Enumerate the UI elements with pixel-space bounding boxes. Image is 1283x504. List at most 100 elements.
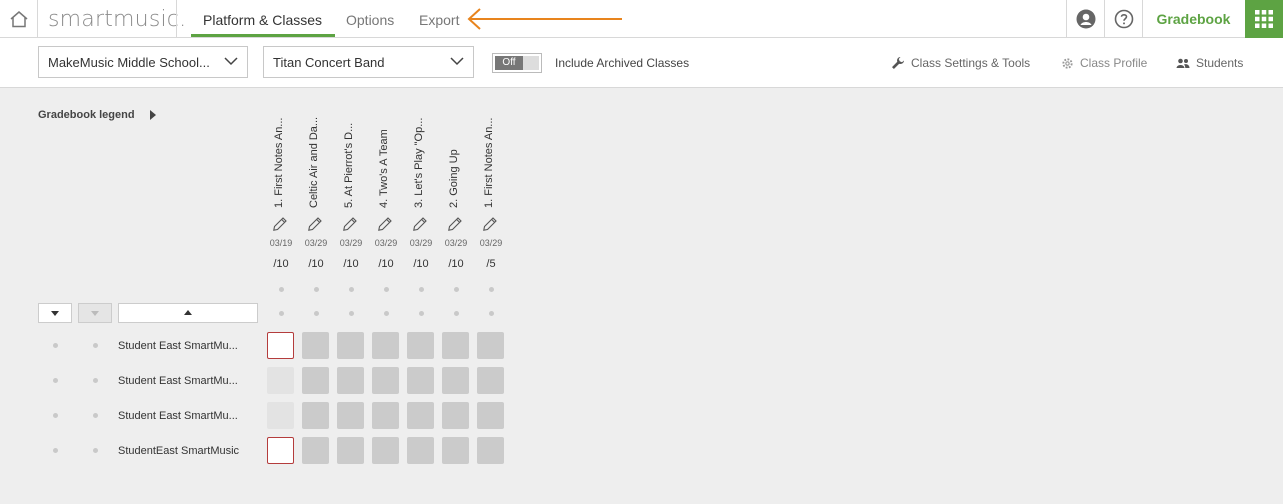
edit-assignment-pencil-icon[interactable] bbox=[482, 216, 498, 232]
edit-assignment-pencil-icon[interactable] bbox=[447, 216, 463, 232]
grade-cell[interactable] bbox=[267, 332, 294, 359]
grade-cell[interactable] bbox=[372, 437, 399, 464]
edit-assignment-pencil-icon[interactable] bbox=[412, 216, 428, 232]
grade-cell[interactable] bbox=[372, 332, 399, 359]
grade-cell[interactable] bbox=[267, 402, 294, 429]
student-name[interactable]: Student East SmartMu... bbox=[118, 375, 244, 387]
assignment-title-text: 2. Going Up bbox=[448, 149, 460, 208]
edit-assignment-pencil-icon[interactable] bbox=[342, 216, 358, 232]
edit-assignment-pencil-icon[interactable] bbox=[272, 216, 288, 232]
assignment-due-date: 03/29 bbox=[374, 238, 398, 248]
tab-platform-classes[interactable]: Platform & Classes bbox=[203, 12, 322, 28]
caret-down-icon bbox=[51, 311, 59, 316]
grade-cell[interactable] bbox=[337, 367, 364, 394]
edit-assignment-pencil-icon[interactable] bbox=[307, 216, 323, 232]
grade-cell[interactable] bbox=[407, 332, 434, 359]
tab-options[interactable]: Options bbox=[346, 12, 394, 28]
assignment-title[interactable]: Celtic Air and Da... bbox=[306, 100, 322, 208]
grade-cell[interactable] bbox=[442, 402, 469, 429]
sort-status-button[interactable] bbox=[38, 303, 72, 323]
grade-cell[interactable] bbox=[407, 402, 434, 429]
assignment-max-points: /10 bbox=[413, 258, 429, 270]
tab-export[interactable]: Export bbox=[419, 12, 459, 28]
wrench-icon bbox=[892, 57, 904, 69]
help-button[interactable] bbox=[1104, 0, 1142, 38]
user-icon bbox=[1076, 9, 1095, 29]
status-dot bbox=[349, 311, 354, 316]
student-status-dot bbox=[93, 413, 98, 418]
chevron-down-icon bbox=[450, 57, 464, 66]
class-settings-link[interactable]: Class Settings & Tools bbox=[891, 56, 1030, 70]
grade-cell[interactable] bbox=[442, 437, 469, 464]
grade-cell[interactable] bbox=[372, 367, 399, 394]
gear-icon bbox=[1062, 57, 1073, 69]
class-profile-link[interactable]: Class Profile bbox=[1061, 56, 1147, 70]
grade-cell[interactable] bbox=[477, 437, 504, 464]
status-dot bbox=[384, 311, 389, 316]
grade-cell[interactable] bbox=[302, 367, 329, 394]
apps-menu-button[interactable] bbox=[1245, 0, 1283, 38]
annotation-arrow-icon bbox=[467, 8, 622, 30]
grade-cell[interactable] bbox=[337, 402, 364, 429]
assignment-title-text: 1. First Notes An... bbox=[483, 117, 495, 208]
assignment-title-text: Celtic Air and Da... bbox=[308, 116, 320, 208]
grade-cell[interactable] bbox=[407, 367, 434, 394]
school-select[interactable]: MakeMusic Middle School... bbox=[38, 46, 248, 78]
student-status-dot bbox=[93, 343, 98, 348]
student-name[interactable]: StudentEast SmartMusic bbox=[118, 445, 244, 457]
student-name[interactable]: Student East SmartMu... bbox=[118, 340, 244, 352]
grade-cell[interactable] bbox=[477, 402, 504, 429]
assignment-title[interactable]: 2. Going Up bbox=[446, 100, 462, 208]
active-tab-indicator bbox=[191, 34, 335, 37]
class-select-value: Titan Concert Band bbox=[273, 55, 385, 70]
chevron-down-icon bbox=[224, 57, 238, 66]
student-status-dot bbox=[53, 448, 58, 453]
assignment-due-date: 03/19 bbox=[269, 238, 293, 248]
assignment-due-date: 03/29 bbox=[304, 238, 328, 248]
assignment-title[interactable]: 3. Let's Play "Op... bbox=[411, 100, 427, 208]
assignment-max-points: /10 bbox=[448, 258, 464, 270]
home-button[interactable] bbox=[0, 0, 38, 38]
grade-cell[interactable] bbox=[267, 437, 294, 464]
edit-assignment-pencil-icon[interactable] bbox=[377, 216, 393, 232]
assignment-due-date: 03/29 bbox=[444, 238, 468, 248]
assignment-max-points: /10 bbox=[273, 258, 289, 270]
gradebook-legend-label: Gradebook legend bbox=[38, 109, 135, 121]
status-dot bbox=[489, 287, 494, 292]
caret-up-icon bbox=[184, 310, 192, 315]
status-dot bbox=[454, 311, 459, 316]
students-link[interactable]: Students bbox=[1176, 56, 1243, 70]
smartmusic-logo[interactable]: smartmusic. bbox=[48, 7, 186, 32]
student-status-dot bbox=[53, 343, 58, 348]
toggle-knob bbox=[523, 56, 539, 70]
top-navigation-bar: smartmusic. Platform & Classes Options E… bbox=[0, 0, 1283, 38]
grade-cell[interactable] bbox=[442, 332, 469, 359]
grade-cell[interactable] bbox=[337, 332, 364, 359]
assignment-title[interactable]: 4. Two's A Team bbox=[376, 100, 392, 208]
grade-cell[interactable] bbox=[477, 367, 504, 394]
student-status-dot bbox=[93, 448, 98, 453]
assignment-title[interactable]: 1. First Notes An... bbox=[271, 100, 287, 208]
status-dot bbox=[279, 311, 284, 316]
help-icon bbox=[1114, 9, 1133, 29]
grade-cell[interactable] bbox=[407, 437, 434, 464]
status-dot bbox=[349, 287, 354, 292]
class-filter-bar: MakeMusic Middle School... Titan Concert… bbox=[0, 38, 1283, 88]
archived-classes-toggle[interactable]: Off bbox=[492, 53, 542, 73]
grade-cell[interactable] bbox=[372, 402, 399, 429]
grade-cell[interactable] bbox=[442, 367, 469, 394]
account-button[interactable] bbox=[1066, 0, 1104, 38]
grade-cell[interactable] bbox=[302, 402, 329, 429]
sort-by-name-button[interactable] bbox=[118, 303, 258, 323]
grade-cell[interactable] bbox=[267, 367, 294, 394]
assignment-title[interactable]: 5. At Pierrot's D... bbox=[341, 100, 357, 208]
assignment-title-text: 1. First Notes An... bbox=[273, 117, 285, 208]
grade-cell[interactable] bbox=[302, 332, 329, 359]
assignment-title[interactable]: 1. First Notes An... bbox=[481, 100, 497, 208]
grade-cell[interactable] bbox=[302, 437, 329, 464]
student-name[interactable]: Student East SmartMu... bbox=[118, 410, 244, 422]
grade-cell[interactable] bbox=[337, 437, 364, 464]
class-select[interactable]: Titan Concert Band bbox=[263, 46, 474, 78]
grade-cell[interactable] bbox=[477, 332, 504, 359]
gradebook-button[interactable]: Gradebook bbox=[1142, 0, 1244, 38]
